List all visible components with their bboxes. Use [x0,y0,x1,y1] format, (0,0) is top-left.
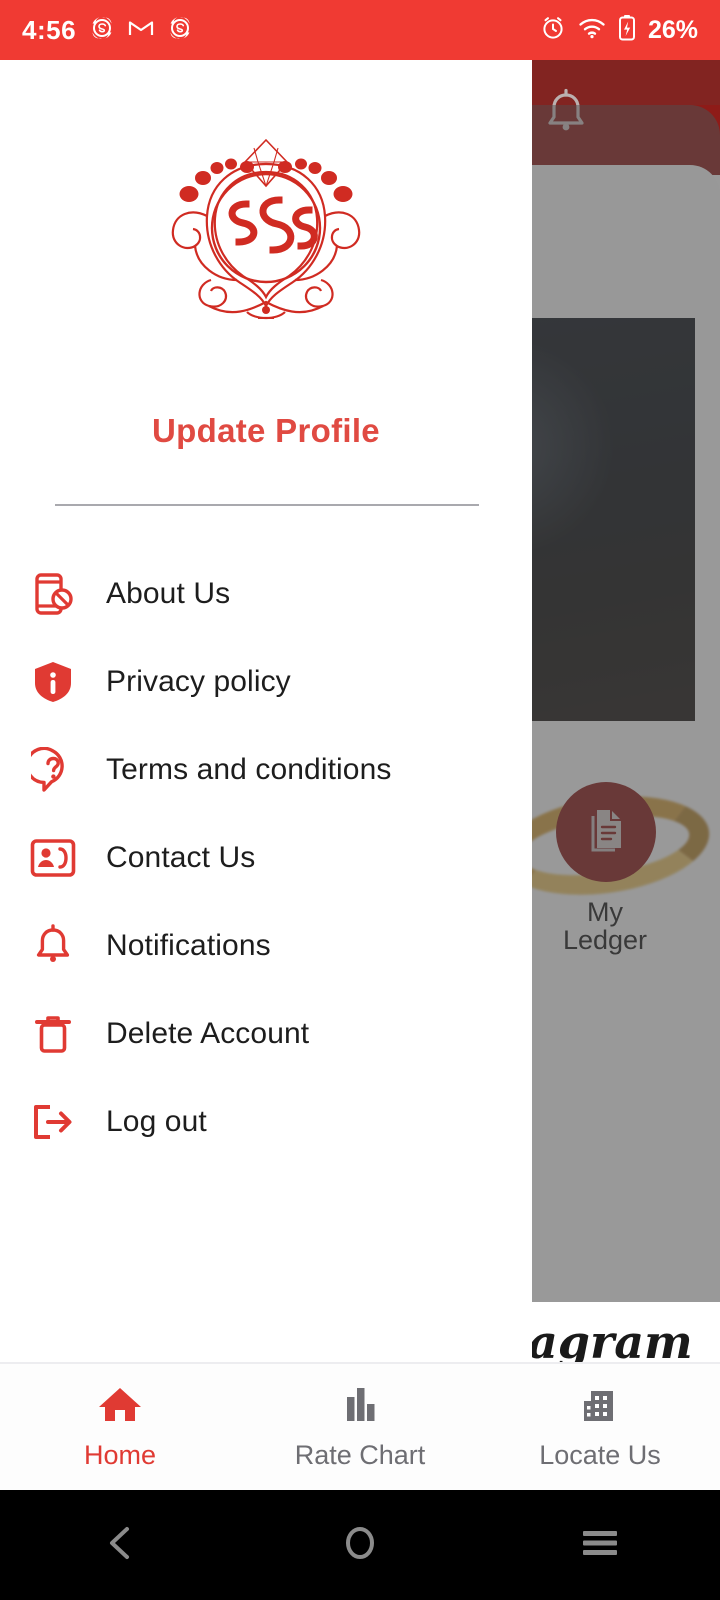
battery-percentage: 26% [647,15,698,44]
bottom-nav-tab-home[interactable]: Home [0,1383,240,1471]
hamburger-icon [581,1526,619,1565]
menu-item-about-us[interactable]: About Us [0,550,532,638]
question-bubble-icon [30,747,76,793]
drawer-menu: About Us Privacy policy Terms and condit… [0,550,532,1166]
back-button[interactable] [0,1523,240,1568]
bar-chart-icon [340,1383,380,1430]
status-time: 4:56 [22,14,77,45]
android-system-nav [0,1490,720,1600]
menu-item-delete-account[interactable]: Delete Account [0,990,532,1078]
navigation-drawer: Update Profile About Us Privacy policy T [0,60,532,1362]
sss-jewellery-logo [0,120,532,330]
menu-item-terms-and-conditions[interactable]: Terms and conditions [0,726,532,814]
menu-item-label: Privacy policy [106,665,291,698]
menu-item-contact-us[interactable]: Contact Us [0,814,532,902]
bottom-nav-label: Rate Chart [294,1440,426,1470]
skype-icon [168,15,192,46]
menu-item-privacy-policy[interactable]: Privacy policy [0,638,532,726]
menu-item-log-out[interactable]: Log out [0,1078,532,1166]
menu-item-label: Contact Us [106,841,256,874]
shield-info-icon [30,659,76,705]
bottom-nav-label: Home [83,1440,157,1470]
battery-charging-icon [618,14,636,47]
status-bar: 4:56 26% [0,0,720,60]
page-title[interactable]: Update Profile [0,412,532,450]
bottom-nav-label: Locate Us [539,1440,661,1470]
menu-item-notifications[interactable]: Notifications [0,902,532,990]
background-cursive-text: agram [528,1315,693,1362]
status-bar-left: 4:56 [22,15,192,46]
status-bar-right: 26% [540,14,698,47]
home-icon [97,1383,143,1430]
home-button[interactable] [240,1523,480,1568]
chevron-left-icon [103,1523,137,1568]
skype-icon [90,15,114,46]
drawer-divider [55,504,479,506]
circle-icon [342,1523,378,1568]
alarm-icon [540,15,566,46]
bottom-nav-tab-rate-chart[interactable]: Rate Chart [240,1383,480,1471]
menu-item-label: Log out [106,1105,207,1138]
menu-item-label: Notifications [106,929,271,962]
contact-card-icon [30,835,76,881]
gmail-icon [128,15,154,46]
menu-item-label: Terms and conditions [106,753,392,786]
logout-icon [30,1099,76,1145]
phone-screen: 4:56 26% agram Update Profile About Us P… [0,0,720,1600]
bell-icon [30,923,76,969]
bottom-navigation: Home Rate Chart Locate Us [0,1362,720,1490]
menu-item-label: About Us [106,577,231,610]
mobile-block-icon [30,571,76,617]
building-icon [579,1383,621,1430]
bottom-nav-tab-locate-us[interactable]: Locate Us [480,1383,720,1471]
wifi-icon [578,16,606,45]
recents-button[interactable] [480,1526,720,1565]
trash-icon [30,1011,76,1057]
menu-item-label: Delete Account [106,1017,310,1050]
